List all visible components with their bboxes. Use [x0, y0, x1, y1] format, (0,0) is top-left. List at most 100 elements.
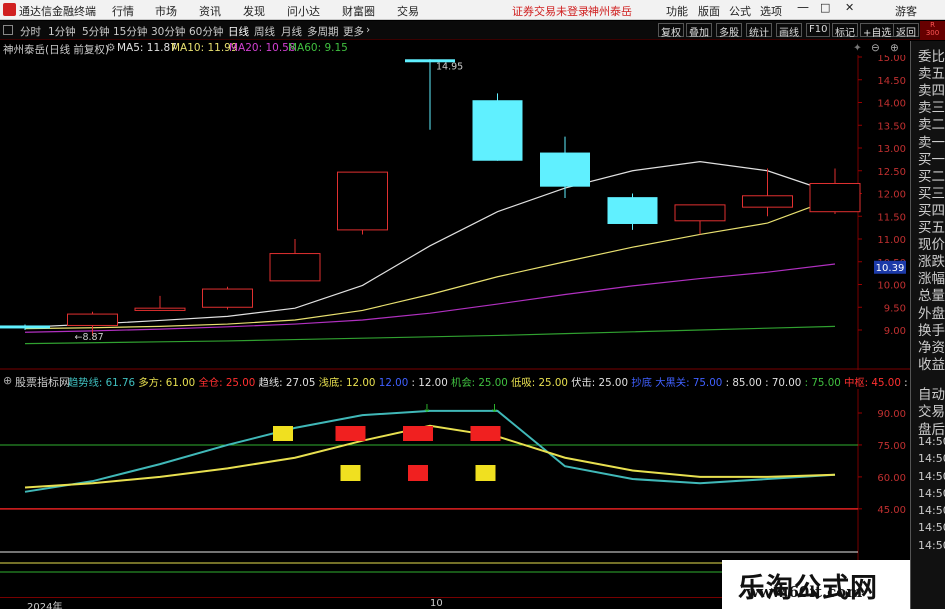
indicator-value-label: 12.00 [378, 377, 412, 387]
period-30min[interactable]: 30分钟 [151, 24, 185, 39]
signal-block-upper [335, 426, 366, 441]
trade-time-label: 14:50 [918, 521, 945, 535]
tongji-button[interactable]: 统计 [746, 23, 772, 39]
quote-side-panel: 委比 卖五 卖四 卖三 卖二 卖一 买一 买二 买三 买四 买五 现价 涨跌 涨幅 总量 外盘 换手 净资 收益 自动… [910, 41, 945, 609]
indicator-value-label: 趋线: 27.05 [258, 377, 319, 387]
zoom-out-icon[interactable]: ⊖ [871, 42, 880, 54]
menu-banmian[interactable]: 版面 [698, 3, 720, 19]
huaxian-button[interactable]: 画线 [776, 23, 802, 39]
period-weekly[interactable]: 周线 [254, 24, 275, 39]
restore-icon[interactable]: □ [820, 1, 830, 14]
duogu-button[interactable]: 多股 [716, 23, 742, 39]
back-button[interactable]: 返回 [893, 23, 919, 39]
signal-block-upper [403, 426, 433, 441]
price-tick-label: 9.00 [884, 326, 906, 337]
indicator-info-bar: ⊕ 股票指标网 趋势线: 61.76 多方: 61.00 全仓: 25.00 趋… [0, 373, 910, 387]
ma-line-ma20 [24, 263, 836, 333]
period-fenshi[interactable]: 分时 [20, 24, 41, 39]
ma-line-ma5 [24, 161, 836, 328]
menu-caifuquan[interactable]: 财富圈 [342, 3, 375, 19]
signal-block-upper [273, 426, 293, 441]
signal-block-upper [470, 426, 501, 441]
biaoji-button[interactable]: 标记 [832, 23, 858, 39]
indicator-tick-label: 60.00 [877, 473, 906, 484]
menu-jiaoyi[interactable]: 交易 [397, 3, 419, 19]
watermark-url: www.60lt.com [746, 583, 863, 601]
period-1min[interactable]: 1分钟 [48, 24, 76, 39]
period-15min[interactable]: 15分钟 [113, 24, 147, 39]
chevron-right-icon[interactable]: › [366, 24, 370, 36]
candle-body-up [269, 253, 321, 282]
f10-button[interactable]: F10 [806, 23, 831, 37]
settings-gear-icon[interactable]: ⚙ [106, 42, 115, 54]
period-monthly[interactable]: 月线 [281, 24, 302, 39]
menu-wenxiaoda[interactable]: 问小达 [287, 3, 320, 19]
period-5min[interactable]: 5分钟 [82, 24, 110, 39]
price-tick-label: 14.00 [877, 99, 906, 110]
price-tick-label: 9.50 [884, 303, 906, 314]
candle-body-up [742, 195, 793, 208]
diejia-button[interactable]: 叠加 [686, 23, 712, 39]
indicator-name: 股票指标网 [15, 376, 70, 387]
menu-xuanxiang[interactable]: 选项 [760, 3, 782, 19]
add-watchlist-button[interactable]: +自选 [860, 23, 895, 39]
candle-body-up [202, 288, 253, 308]
candle-body-up [809, 182, 861, 213]
price-tick-label: 13.00 [877, 144, 906, 155]
candle-body-down [607, 197, 658, 224]
corner-label-300: 300 [925, 29, 940, 37]
close-icon[interactable]: ✕ [845, 1, 854, 14]
candle-body-down [472, 100, 523, 161]
date-label-month: 10 [430, 598, 443, 609]
kline-chart[interactable]: 15.00 14.50 14.00 13.50 13.00 12.50 12.00 11.50… [0, 55, 910, 370]
minimize-icon[interactable]: — [797, 0, 809, 14]
price-tick-label: 10.00 [877, 281, 906, 292]
signal-block-lower [475, 465, 496, 481]
price-tick-label: 12.00 [877, 190, 906, 201]
trend-line [24, 409, 836, 493]
indicator-value-label: 机会: 25.00 [451, 377, 512, 387]
price-tick-label: 11.00 [877, 235, 906, 246]
menu-gongneng[interactable]: 功能 [666, 3, 688, 19]
app-title: 通达信金融终端 [19, 5, 96, 18]
menu-zixun[interactable]: 资讯 [199, 3, 221, 19]
indicator-value-label: : 85.00 [725, 377, 766, 387]
indicator-value-label: 伏击: 25.00 [571, 377, 632, 387]
trade-time-label: 14:50 [918, 452, 945, 466]
indicator-value-label: 中枢: 45.00 [844, 377, 905, 387]
indicator-settings-icon[interactable]: ⊕ [3, 374, 12, 387]
menu-faxian[interactable]: 发现 [243, 3, 265, 19]
trade-time-label: 14:50 [918, 538, 945, 552]
period-multi[interactable]: 多周期 [307, 24, 339, 39]
candle-body-down [0, 325, 50, 329]
menu-hangqing[interactable]: 行情 [112, 3, 134, 19]
price-tick-label: 12.50 [877, 167, 906, 178]
indicator-value-label: 低吸: 25.00 [511, 377, 572, 387]
pin-icon[interactable]: ✦ [853, 42, 862, 54]
period-more[interactable]: 更多 [343, 24, 364, 39]
candle-body-up [67, 313, 118, 326]
menu-shichang[interactable]: 市场 [155, 3, 177, 19]
low-price-annotation: ←8.87 [75, 332, 104, 343]
indicator-tick-label: 75.00 [877, 441, 906, 452]
indicator-value-label: 大黑关: 75.00 [655, 377, 726, 387]
indicator-value-label: : 12.00 [411, 377, 452, 387]
period-daily[interactable]: 日线 [228, 24, 249, 39]
candle-body-up [674, 204, 726, 222]
user-guest[interactable]: 游客 [895, 3, 917, 19]
price-tick-label: 11.50 [877, 212, 906, 223]
signal-block-lower [408, 465, 428, 481]
period-60min[interactable]: 60分钟 [189, 24, 223, 39]
indicator-value-label: 全仓: 25.00 [198, 377, 259, 387]
period-toolbar: 分时 1分钟 5分钟 15分钟 30分钟 60分钟 日线 周线 月线 多周期 更… [0, 21, 945, 40]
price-tick-label: 15.00 [877, 55, 906, 64]
menu-gongshi[interactable]: 公式 [729, 3, 751, 19]
zoom-in-icon[interactable]: ⊕ [890, 42, 899, 54]
date-label-year: 2024年 [27, 602, 63, 609]
high-price-annotation: 14.95 [436, 61, 463, 72]
login-notice[interactable]: 证券交易未登录 [512, 3, 589, 19]
indicator-tick-label: 90.00 [877, 409, 906, 420]
indicator-value-label: 趋势线: 61.76 [68, 377, 139, 387]
toolbar-menu-icon[interactable] [3, 25, 13, 35]
fuquan-button[interactable]: 复权 [658, 23, 684, 39]
